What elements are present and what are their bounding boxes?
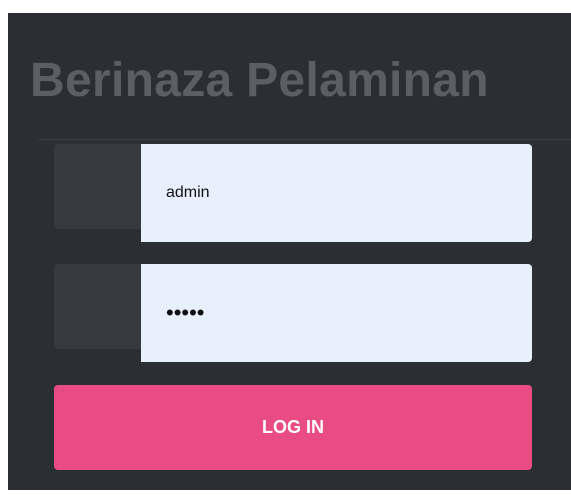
- login-panel: Berinaza Pelaminan LOG IN: [8, 13, 571, 490]
- password-icon-addon: [54, 264, 154, 349]
- title-divider: [38, 139, 571, 140]
- username-icon-addon: [54, 144, 154, 229]
- username-row: [54, 144, 532, 242]
- login-button[interactable]: LOG IN: [54, 385, 532, 470]
- password-row: [54, 264, 532, 362]
- password-input[interactable]: [141, 264, 532, 362]
- app-title: Berinaza Pelaminan: [30, 54, 489, 107]
- username-input[interactable]: [141, 144, 532, 242]
